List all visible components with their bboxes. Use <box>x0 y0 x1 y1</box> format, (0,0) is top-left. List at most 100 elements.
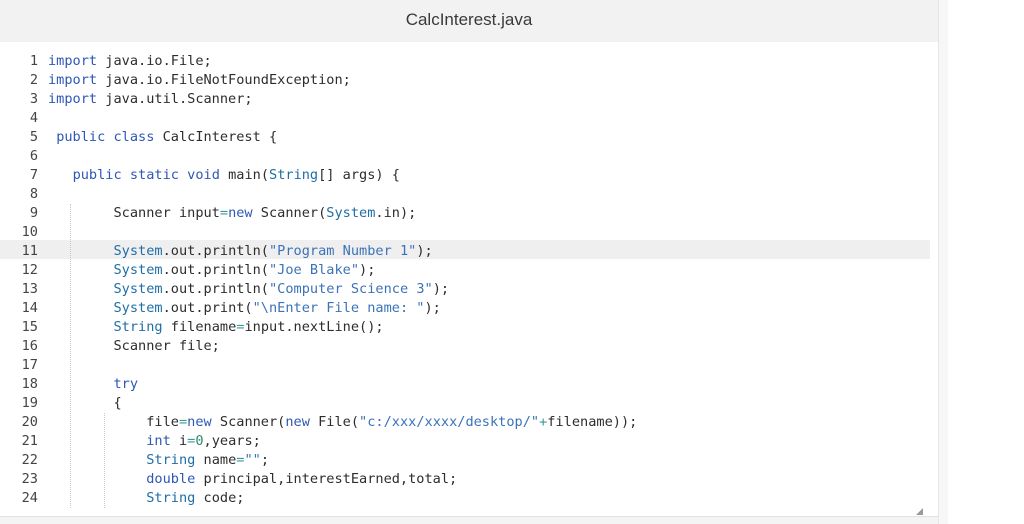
code-token: try <box>113 376 139 392</box>
code-line[interactable]: 20 file=new Scanner(new File("c:/xxx/xxx… <box>0 413 930 432</box>
code-text: System.out.print("\nEnter File name: "); <box>48 299 441 318</box>
code-line[interactable]: 18 try <box>0 375 930 394</box>
code-line[interactable]: 14 System.out.print("\nEnter File name: … <box>0 299 930 318</box>
code-text: try <box>48 375 138 394</box>
code-text: import java.io.FileNotFoundException; <box>48 71 351 90</box>
code-token: ); <box>424 300 441 316</box>
code-token: String <box>146 490 196 506</box>
line-number: 22 <box>21 452 38 468</box>
line-number: 16 <box>21 338 38 354</box>
code-line[interactable]: 4 <box>0 109 930 128</box>
line-number: 11 <box>21 243 38 259</box>
line-number: 15 <box>21 319 38 335</box>
code-token: "c:/xxx/xxxx/desktop/" <box>359 414 540 430</box>
code-token: principal,interestEarned,total; <box>195 471 458 487</box>
code-token: code; <box>195 490 245 506</box>
code-token: filename <box>162 319 237 335</box>
code-line[interactable]: 11 System.out.println("Program Number 1"… <box>0 242 930 261</box>
line-number: 24 <box>21 490 38 506</box>
code-line[interactable]: 2 import java.io.FileNotFoundException; <box>0 71 930 90</box>
code-line[interactable]: 21 int i=0,years; <box>0 432 930 451</box>
code-line[interactable]: 15 String filename=input.nextLine(); <box>0 318 930 337</box>
line-number: 2 <box>29 72 38 88</box>
code-token: System <box>113 300 163 316</box>
code-token: filename)); <box>547 414 638 430</box>
code-token: ,years; <box>203 433 261 449</box>
indent-guide <box>70 204 71 508</box>
code-token: new <box>285 414 310 430</box>
code-token: new <box>228 205 253 221</box>
code-token: Scanner( <box>211 414 286 430</box>
code-token: main( <box>219 167 270 183</box>
indent-guide <box>104 413 105 508</box>
code-text: String filename=input.nextLine(); <box>48 318 383 337</box>
code-token: "Joe Blake" <box>269 262 360 278</box>
code-line[interactable]: 10 <box>0 223 930 242</box>
code-token: file <box>48 414 179 430</box>
code-line[interactable]: 8 <box>0 185 930 204</box>
code-text: file=new Scanner(new File("c:/xxx/xxxx/d… <box>48 413 637 432</box>
code-token: java.util.Scanner; <box>97 91 253 107</box>
code-editor-panel: CalcInterest.java 1 import java.io.File; 2… <box>0 0 938 524</box>
code-line[interactable]: 17 <box>0 356 930 375</box>
code-text: double principal,interestEarned,total; <box>48 470 457 489</box>
resize-grip-icon[interactable] <box>916 508 923 515</box>
line-number: 14 <box>21 300 38 316</box>
code-token: .out.print( <box>162 300 253 316</box>
code-token: name <box>195 452 237 468</box>
code-text: String name=""; <box>48 451 269 470</box>
code-line[interactable]: 5 public class CalcInterest { <box>0 128 930 147</box>
line-number: 19 <box>21 395 38 411</box>
code-token: java.io.FileNotFoundException; <box>97 72 351 88</box>
code-text: int i=0,years; <box>48 432 261 451</box>
code-text: System.out.println("Computer Science 3")… <box>48 280 449 299</box>
code-token: .in); <box>375 205 417 221</box>
code-token: import <box>48 53 98 69</box>
line-number: 13 <box>21 281 38 297</box>
code-token: "Program Number 1" <box>269 243 417 259</box>
code-line[interactable]: 23 double principal,interestEarned,total… <box>0 470 930 489</box>
code-line[interactable]: 9 Scanner input=new Scanner(System.in); <box>0 204 930 223</box>
line-number: 9 <box>29 205 38 221</box>
code-token: java.io.File; <box>97 53 212 69</box>
code-line[interactable]: 24 String code; <box>0 489 930 508</box>
code-token: System <box>113 262 163 278</box>
code-line[interactable]: 3 import java.util.Scanner; <box>0 90 930 109</box>
code-token: "\nEnter File name: " <box>252 300 425 316</box>
code-area[interactable]: 1 import java.io.File; 2 import java.io.Fil… <box>0 42 938 524</box>
code-line[interactable]: 6 <box>0 147 930 166</box>
code-token: static <box>129 167 179 183</box>
code-line[interactable]: 22 String name=""; <box>0 451 930 470</box>
side-pane <box>948 0 1024 524</box>
code-token: System <box>113 243 163 259</box>
code-token: CalcInterest { <box>154 129 278 145</box>
code-text: System.out.println("Program Number 1"); <box>48 242 432 261</box>
code-token: File( <box>309 414 360 430</box>
code-token: "Computer Science 3" <box>269 281 433 297</box>
code-line[interactable]: 12 System.out.println("Joe Blake"); <box>0 261 930 280</box>
line-number: 21 <box>21 433 38 449</box>
code-line[interactable]: 19 { <box>0 394 930 413</box>
code-token: ; <box>260 452 269 468</box>
line-number: 10 <box>21 224 38 240</box>
code-token: import <box>48 91 98 107</box>
code-token: new <box>187 414 212 430</box>
code-line[interactable]: 1 import java.io.File; <box>0 52 930 71</box>
line-number: 8 <box>29 186 38 202</box>
code-token: [] args) { <box>318 167 400 183</box>
code-line[interactable]: 16 Scanner file; <box>0 337 930 356</box>
code-token: .out.println( <box>162 243 269 259</box>
code-line[interactable]: 7 public static void main(String[] args)… <box>0 166 930 185</box>
code-line[interactable]: 13 System.out.println("Computer Science … <box>0 280 930 299</box>
horizontal-scrollbar[interactable] <box>0 516 938 524</box>
code-token: Scanner input <box>48 205 220 221</box>
code-text: Scanner file; <box>48 337 219 356</box>
code-text: { <box>48 394 121 413</box>
